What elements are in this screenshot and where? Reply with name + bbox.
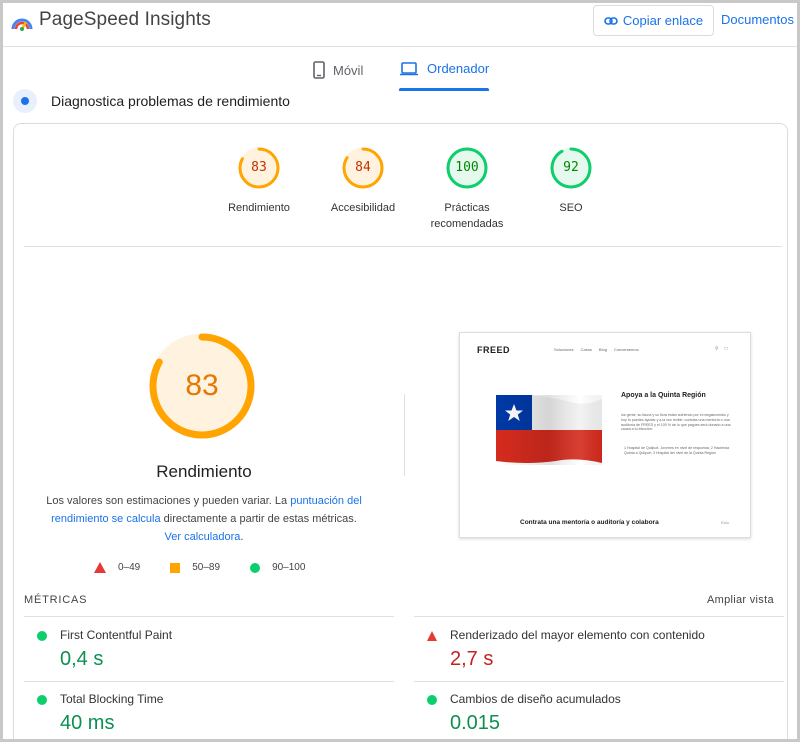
score-performance[interactable]: 83 Rendimiento (209, 146, 309, 216)
phone-icon (313, 61, 325, 79)
search-icon: ⚲ (715, 346, 719, 352)
score-label: Rendimiento (228, 202, 290, 214)
category-scores: 83 Rendimiento 84 Accesibilidad 100 Prác… (209, 146, 609, 246)
performance-score: 83 (185, 369, 219, 402)
thumb-body: los gente, su fauna y su flora están suf… (621, 413, 731, 432)
gauge-performance: 83 (237, 146, 281, 190)
legend-poor-label: 0–49 (118, 562, 141, 573)
report-card: 83 Rendimiento 84 Accesibilidad 100 Prác… (13, 123, 788, 739)
score-label: SEO (559, 202, 583, 214)
legend-good-label: 90–100 (272, 562, 306, 573)
thumb-icons: ⚲ □ (715, 346, 728, 352)
score-label: Prácticas recomendadas (430, 202, 504, 230)
thumb-nav-item: Blog (598, 347, 607, 352)
copy-link-label: Copiar enlace (622, 13, 704, 28)
score-seo[interactable]: 92 SEO (521, 146, 621, 216)
thumb-nav: Soluciones Casos Blog Conversemos (554, 347, 639, 352)
legend-good: 90–100 (250, 562, 305, 573)
good-indicator-icon (37, 631, 47, 641)
thumb-nav-item: Soluciones (554, 347, 574, 352)
thumb-heading: Apoya a la Quinta Región (621, 392, 706, 399)
divider (24, 246, 782, 247)
legend-poor: 0–49 (94, 562, 140, 573)
chile-flag-image (496, 395, 602, 465)
triangle-icon (94, 562, 106, 573)
circle-icon (250, 562, 261, 573)
vertical-divider (404, 394, 405, 476)
explain-text: . (240, 531, 244, 543)
metric-divider (24, 616, 394, 617)
performance-gauge: 83 (148, 332, 256, 440)
gauge-accessibility: 84 (341, 146, 385, 190)
cart-icon: □ (724, 346, 728, 352)
legend-average-label: 50–89 (192, 562, 221, 573)
good-indicator-icon (37, 695, 47, 705)
docs-link[interactable]: Documentos (721, 12, 794, 27)
pagespeed-logo-icon (11, 18, 33, 31)
thumb-nav-item: Conversemos (613, 347, 639, 352)
legend-average: 50–89 (170, 562, 220, 573)
tab-desktop[interactable]: Ordenador (399, 61, 489, 76)
metric-divider (414, 616, 784, 617)
score-value: 83 (251, 160, 267, 175)
copy-link-button[interactable]: Copiar enlace (593, 5, 714, 36)
gauge-best-practices: 100 (445, 146, 489, 190)
score-accessibility[interactable]: 84 Accesibilidad (313, 146, 413, 216)
gauge-seo: 92 (549, 146, 593, 190)
section-header: Diagnostica problemas de rendimiento (13, 89, 290, 113)
metric-value: 40 ms (60, 712, 115, 734)
browser-frame: PageSpeed Insights Copiar enlace Documen… (0, 0, 800, 742)
metric-divider (414, 681, 784, 682)
square-icon (170, 562, 181, 573)
poor-indicator-icon (427, 631, 437, 641)
metric-value: 0.015 (450, 712, 501, 734)
metric-name: First Contentful Paint (60, 628, 173, 642)
expand-view-toggle[interactable]: Ampliar vista (707, 594, 774, 606)
score-value: 100 (455, 160, 479, 175)
tab-mobile[interactable]: Móvil (313, 61, 363, 79)
diagnostic-icon (13, 89, 37, 113)
score-value: 84 (355, 160, 371, 175)
performance-label: Rendimiento (156, 462, 252, 481)
app-title: PageSpeed Insights (39, 9, 211, 30)
page-screenshot-thumbnail: FREED Soluciones Casos Blog Conversemos … (459, 332, 751, 538)
metric-name: Renderizado del mayor elemento con conte… (450, 628, 705, 642)
top-bar: PageSpeed Insights Copiar enlace Documen… (3, 3, 797, 47)
metric-name: Total Blocking Time (60, 692, 164, 706)
thumb-nav-item: Casos (580, 347, 592, 352)
score-value: 92 (563, 160, 579, 175)
metric-value: 2,7 s (450, 648, 494, 670)
active-tab-indicator (399, 88, 489, 91)
tab-mobile-label: Móvil (333, 62, 364, 78)
metric-value: 0,4 s (60, 648, 104, 670)
performance-explanation: Los valores son estimaciones y pueden va… (44, 492, 364, 546)
thumb-logo: FREED (477, 345, 511, 355)
link-icon (604, 16, 618, 25)
tab-desktop-label: Ordenador (427, 61, 490, 76)
score-legend: 0–49 50–89 90–100 (94, 562, 305, 573)
metric-divider (24, 681, 394, 682)
calculator-link[interactable]: Ver calculadora (165, 531, 241, 543)
score-label: Accesibilidad (330, 202, 396, 214)
metrics-heading: MÉTRICAS (24, 594, 88, 606)
explain-text: directamente a partir de estas métricas. (160, 513, 357, 525)
score-best-practices[interactable]: 100 Prácticas recomendadas (417, 146, 517, 232)
good-indicator-icon (427, 695, 437, 705)
metric-name: Cambios de diseño acumulados (450, 692, 621, 706)
laptop-icon (400, 61, 418, 75)
thumb-cta: Contrata una mentoría o auditoría y cola… (520, 519, 659, 526)
section-title: Diagnostica problemas de rendimiento (51, 93, 290, 109)
thumb-small-text: Esto (721, 520, 730, 525)
explain-text: Los valores son estimaciones y pueden va… (46, 495, 291, 507)
thumb-list: 1 Hospital de Quilpué, Jovenes en nivel … (624, 446, 730, 455)
